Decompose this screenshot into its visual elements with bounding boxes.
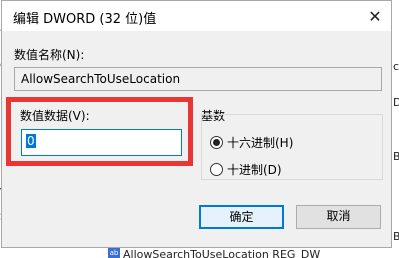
registry-value-row-text: AllowSearchToUseLocation REG_DW: [123, 248, 321, 258]
radio-hexadecimal[interactable]: 十六进制(H): [210, 134, 293, 151]
close-icon: ✕: [368, 6, 382, 26]
edit-dword-dialog: 编辑 DWORD (32 位)值 ✕ 数值名称(N): AllowSearchT…: [1, 0, 392, 248]
value-name-field: AllowSearchToUseLocation: [14, 67, 382, 91]
radio-unselected-icon: [210, 163, 223, 176]
bg-right-fragment: B: [393, 230, 399, 243]
dialog-titlebar[interactable]: 编辑 DWORD (32 位)值 ✕: [2, 1, 391, 31]
value-name-label: 数值名称(N):: [14, 48, 85, 62]
bg-right-fragment: c: [393, 60, 399, 73]
highlight-frame: [6, 97, 193, 166]
registry-value-icon: ab: [108, 248, 120, 258]
radio-decimal-label: 十进制(D): [227, 163, 282, 177]
close-button[interactable]: ✕: [359, 1, 391, 31]
radio-decimal[interactable]: 十进制(D): [210, 161, 282, 178]
radio-selected-icon: [210, 136, 223, 149]
background-right-strip: [392, 0, 399, 248]
ok-button[interactable]: 确定: [199, 205, 284, 229]
cancel-button[interactable]: 取消: [296, 205, 381, 229]
dialog-title: 编辑 DWORD (32 位)值: [13, 12, 157, 27]
bg-right-fragment: B: [393, 150, 399, 163]
radio-hexadecimal-label: 十六进制(H): [227, 136, 294, 150]
bg-right-fragment: D: [393, 96, 399, 109]
registry-value-row[interactable]: ab AllowSearchToUseLocation REG_DW: [108, 248, 399, 258]
